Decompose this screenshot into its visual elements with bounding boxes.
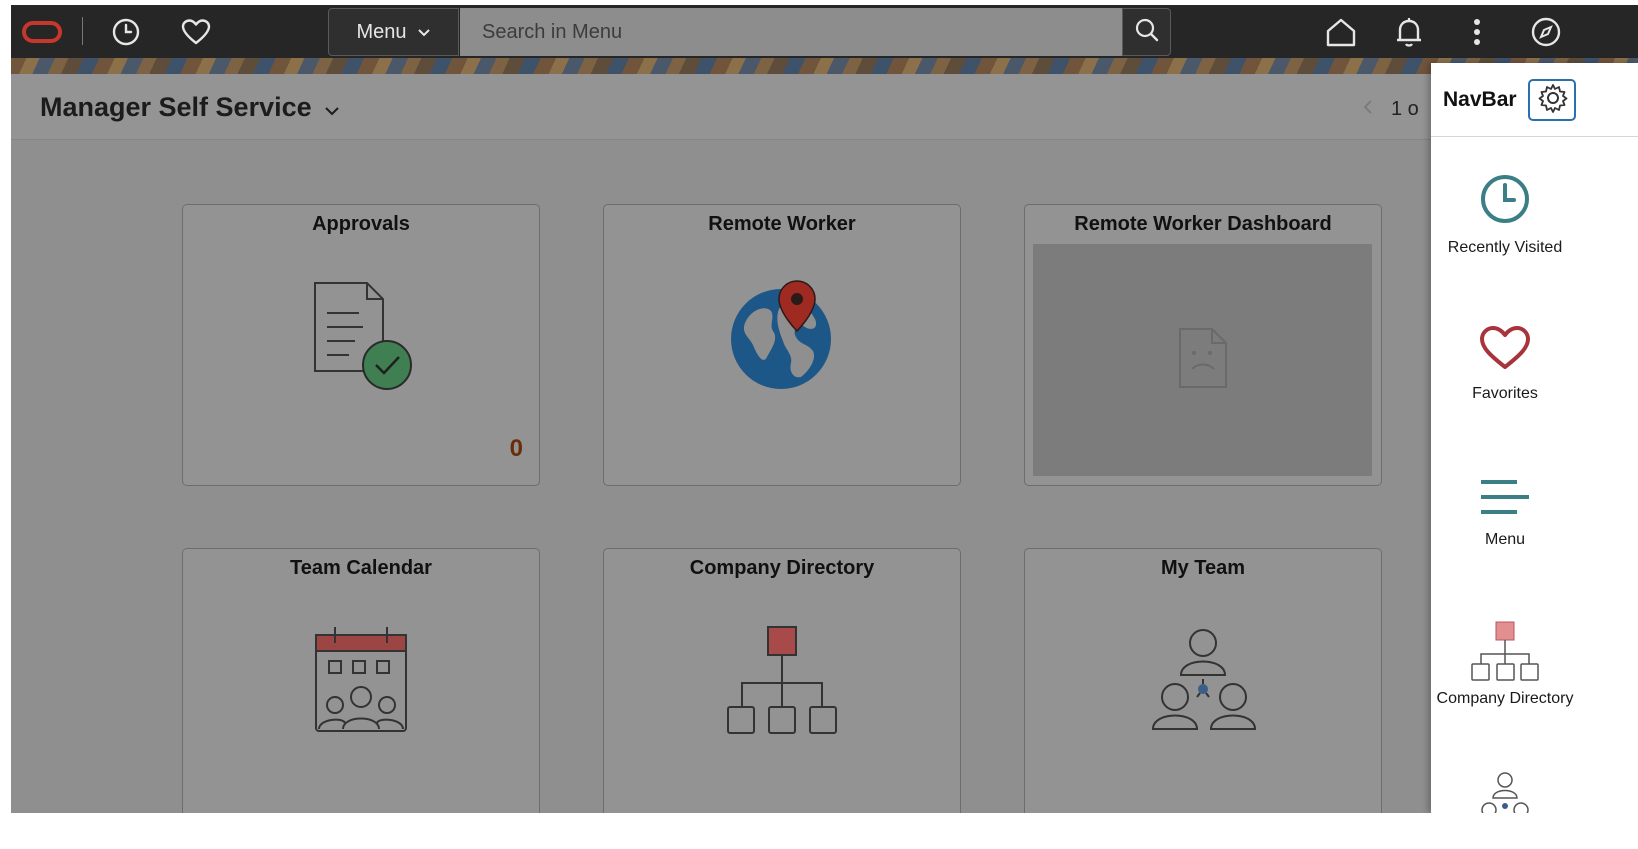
compass-icon[interactable] <box>1529 15 1563 49</box>
tile-title: Approvals <box>312 213 410 235</box>
decorative-banner <box>11 58 1638 74</box>
heart-icon[interactable] <box>179 15 213 49</box>
home-icon[interactable] <box>1324 15 1358 49</box>
my-team-icon <box>1145 627 1261 740</box>
org-chart-icon <box>724 625 840 742</box>
nav-item-my-team[interactable] <box>1431 770 1579 813</box>
page-pager: 1 o <box>1363 98 1419 121</box>
chevron-left-icon[interactable] <box>1363 98 1373 121</box>
heart-icon <box>1431 325 1579 371</box>
app-frame: Menu Manager Self Service <box>11 5 1638 813</box>
search-input[interactable] <box>460 8 1122 56</box>
nav-item-menu[interactable]: Menu <box>1431 477 1579 549</box>
nav-item-label: Menu <box>1484 531 1526 548</box>
tile-title: Remote Worker Dashboard <box>1074 213 1332 235</box>
menu-lines-icon <box>1431 477 1579 517</box>
tile-approvals[interactable]: Approvals 0 <box>182 204 540 486</box>
navbar-header: NavBar <box>1431 63 1638 137</box>
navbar-title: NavBar <box>1443 88 1517 111</box>
chevron-down-icon <box>324 92 340 123</box>
document-check-icon <box>309 279 413 396</box>
broken-content-frame <box>1033 244 1372 476</box>
menu-button-label: Menu <box>356 20 407 43</box>
oracle-logo-icon[interactable] <box>20 15 64 49</box>
page-header: Manager Self Service 1 o <box>11 74 1431 140</box>
clock-icon <box>1431 173 1579 225</box>
chevron-down-icon <box>417 21 431 44</box>
globe-location-icon <box>727 279 837 396</box>
nav-item-label: Recently Visited <box>1447 239 1563 256</box>
tile-remote-worker-dashboard[interactable]: Remote Worker Dashboard <box>1024 204 1382 486</box>
nav-item-company-directory[interactable]: Company Directory <box>1431 620 1579 708</box>
divider <box>82 17 83 45</box>
clock-icon[interactable] <box>109 15 143 49</box>
search-icon <box>1134 17 1160 48</box>
navbar-settings-button[interactable] <box>1528 79 1576 121</box>
tile-title: My Team <box>1160 557 1246 579</box>
tile-title: Team Calendar <box>290 557 432 579</box>
nav-item-favorites[interactable]: Favorites <box>1431 325 1579 403</box>
nav-item-label: Company Directory <box>1436 690 1574 707</box>
homepage-selector[interactable]: Manager Self Service <box>40 92 340 123</box>
my-team-icon <box>1431 770 1579 813</box>
tile-title: Remote Worker <box>708 213 856 235</box>
nav-item-label: Favorites <box>1472 385 1538 402</box>
nav-item-recently-visited[interactable]: Recently Visited <box>1431 173 1579 257</box>
more-vertical-icon[interactable] <box>1460 15 1494 49</box>
navbar-panel: NavBar Recently Visited Favorites Menu C… <box>1431 63 1638 813</box>
org-chart-icon <box>1431 620 1579 682</box>
page-title: Manager Self Service <box>40 92 312 122</box>
top-bar: Menu <box>11 5 1638 58</box>
menu-button[interactable]: Menu <box>328 8 459 56</box>
broken-document-icon <box>1178 327 1228 394</box>
page-indicator: 1 o <box>1391 98 1419 120</box>
search-button[interactable] <box>1122 8 1171 56</box>
team-calendar-icon <box>313 625 409 742</box>
tile-my-team[interactable]: My Team <box>1024 548 1382 813</box>
tile-remote-worker[interactable]: Remote Worker <box>603 204 961 486</box>
tile-title: Company Directory <box>689 557 875 579</box>
bell-icon[interactable] <box>1392 15 1426 49</box>
approvals-count: 0 <box>509 435 523 462</box>
tile-company-directory[interactable]: Company Directory <box>603 548 961 813</box>
tile-team-calendar[interactable]: Team Calendar <box>182 548 540 813</box>
gear-icon <box>1538 83 1568 118</box>
